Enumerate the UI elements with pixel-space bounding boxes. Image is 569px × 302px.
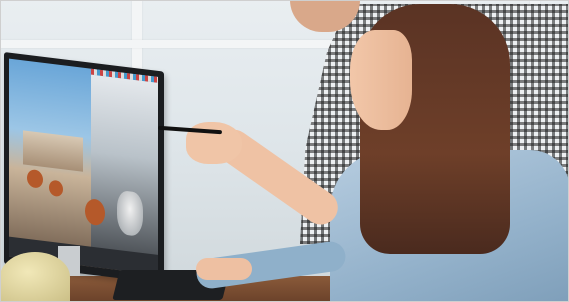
photo-scene (0, 0, 569, 302)
rendered-building (23, 130, 83, 172)
woman-face (350, 30, 412, 130)
computer-monitor (4, 52, 164, 284)
render-side-pane (91, 74, 158, 275)
monitor-screen-3d-render (9, 58, 158, 275)
rendered-tree (49, 179, 63, 198)
rendered-tree (27, 168, 43, 189)
desk-lamp (0, 252, 70, 302)
rendered-sculpture (117, 189, 143, 238)
woman-hand-on-keyboard (196, 258, 252, 280)
